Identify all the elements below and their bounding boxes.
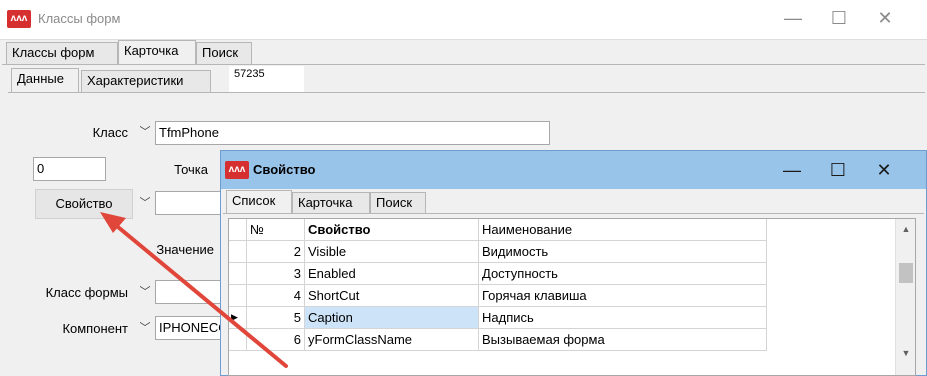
annotation-arrow bbox=[100, 212, 288, 368]
